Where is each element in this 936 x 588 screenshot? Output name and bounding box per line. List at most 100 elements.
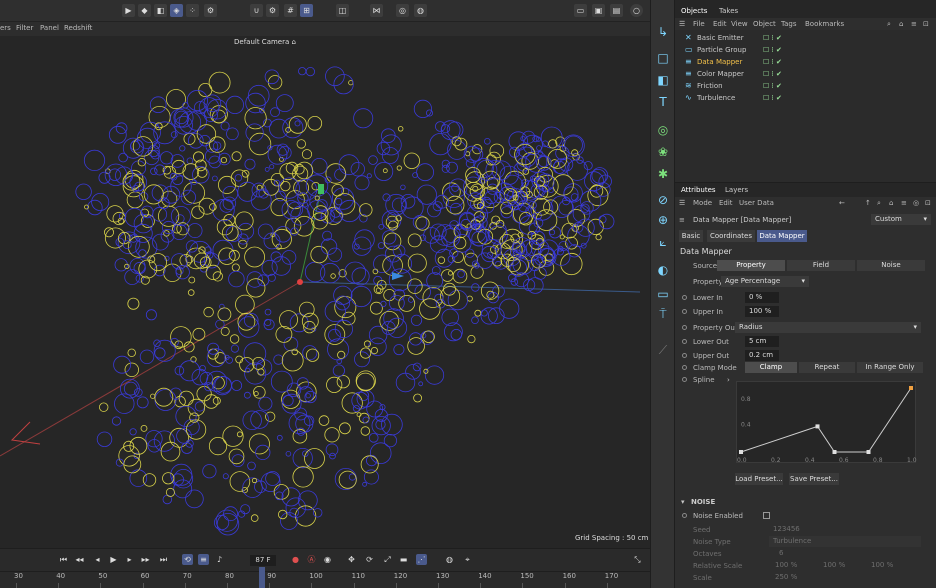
- new-window-icon[interactable]: ⊡: [925, 199, 931, 207]
- in-range-only-button[interactable]: In Range Only: [857, 362, 923, 373]
- position-key-icon[interactable]: ✥: [346, 554, 357, 565]
- attributes-menu-edit[interactable]: Edit: [719, 199, 733, 207]
- relative-scale-y[interactable]: 100 %: [819, 560, 859, 571]
- keyframe-dot-icon[interactable]: [682, 295, 687, 300]
- camera-label[interactable]: Default Camera ⌂: [234, 38, 296, 46]
- play-icon[interactable]: ▶: [108, 554, 119, 565]
- subdivision-icon[interactable]: ◎: [655, 122, 671, 138]
- scheme-icon[interactable]: ⌖: [462, 554, 473, 565]
- visibility-check-icon[interactable]: ☐ ⁞ ✔: [763, 58, 782, 66]
- property-dropdown[interactable]: Age Percentage ▾: [721, 276, 809, 287]
- scale-key-icon[interactable]: ⤢: [382, 554, 393, 565]
- axis-lock-icon[interactable]: ◫: [336, 4, 349, 17]
- filter-icon[interactable]: ≡: [911, 20, 917, 28]
- timeline-mode-icon[interactable]: ≡: [198, 554, 209, 565]
- visibility-check-icon[interactable]: ☐ ⁞ ✔: [763, 46, 782, 54]
- rectangle-spline-icon[interactable]: □: [655, 50, 671, 66]
- user-icon[interactable]: ○: [630, 4, 643, 17]
- render-settings-icon[interactable]: ◍: [414, 4, 427, 17]
- relative-scale-z[interactable]: 100 %: [867, 560, 907, 571]
- lower-out-field[interactable]: 5 cm: [745, 336, 779, 347]
- spline-knot[interactable]: [739, 450, 743, 454]
- objects-menu-object[interactable]: Object: [753, 20, 776, 28]
- grid-snap-icon[interactable]: #: [284, 4, 297, 17]
- go-to-start-icon[interactable]: ⏮: [58, 554, 69, 565]
- tab-layers[interactable]: Layers: [725, 186, 748, 194]
- back-arrow-icon[interactable]: ←: [839, 199, 845, 207]
- upper-in-field[interactable]: 100 %: [745, 306, 779, 317]
- current-frame-field[interactable]: 87 F: [250, 555, 276, 566]
- next-frame-icon[interactable]: ▸: [124, 554, 135, 565]
- visibility-check-icon[interactable]: ☐ ⁞ ✔: [763, 34, 782, 42]
- preset-dropdown[interactable]: Custom ▾: [871, 214, 931, 225]
- point-level-icon[interactable]: ⋰: [416, 554, 427, 565]
- objects-menu-file[interactable]: File: [693, 20, 705, 28]
- source-property-button[interactable]: Property: [717, 260, 785, 271]
- objects-menu-view[interactable]: View: [731, 20, 748, 28]
- object-row[interactable]: ∿ Turbulence ☐ ⁞ ✔: [675, 92, 936, 104]
- subtab-data-mapper[interactable]: Data Mapper: [757, 230, 807, 242]
- settings-icon[interactable]: ⚙: [204, 4, 217, 17]
- scale-field[interactable]: 250 %: [771, 572, 811, 583]
- render-picture-icon[interactable]: ▣: [592, 4, 605, 17]
- symmetry-icon[interactable]: ⋈: [370, 4, 383, 17]
- keyframe-dot-icon[interactable]: [682, 309, 687, 314]
- spline-knot[interactable]: [909, 386, 913, 390]
- timeline-ruler[interactable]: 30 40 50 60 70 80 90 100 110 120 130 140 150 160 170: [0, 571, 650, 588]
- tab-takes[interactable]: Takes: [719, 7, 738, 15]
- new-window-icon[interactable]: ⊡: [923, 20, 929, 28]
- spline-knot[interactable]: [832, 450, 837, 454]
- tab-objects[interactable]: Objects: [681, 7, 707, 15]
- object-row[interactable]: ▭ Particle Group ☐ ⁞ ✔: [675, 44, 936, 56]
- lower-in-field[interactable]: 0 %: [745, 292, 779, 303]
- keyframe-dot-icon[interactable]: [682, 513, 687, 518]
- keyframe-dot-icon[interactable]: [682, 339, 687, 344]
- keyframe-dot-icon[interactable]: [682, 377, 687, 382]
- render-queue-icon[interactable]: ▤: [610, 4, 623, 17]
- filter-icon[interactable]: ≡: [901, 199, 907, 207]
- spline-line[interactable]: [740, 387, 912, 453]
- spline-graph[interactable]: 0.0 0.2 0.4 0.6 0.8 1.0 0.8 0.4: [736, 381, 917, 464]
- cloner-icon[interactable]: ❀: [655, 144, 671, 160]
- clamp-button[interactable]: Clamp: [745, 362, 797, 373]
- viewport-menu-panel[interactable]: Panel: [40, 24, 59, 32]
- repeat-button[interactable]: Repeat: [799, 362, 855, 373]
- viewport-menu-item[interactable]: ers: [0, 24, 11, 32]
- tab-attributes[interactable]: Attributes: [681, 186, 716, 194]
- keyframe-dot-icon[interactable]: [682, 325, 687, 330]
- timeline-expand-icon[interactable]: ⤡: [632, 554, 643, 565]
- previous-key-icon[interactable]: ◂◂: [74, 554, 85, 565]
- relative-scale-x[interactable]: 100 %: [771, 560, 811, 571]
- lock-icon[interactable]: ◎: [913, 199, 919, 207]
- viewport[interactable]: Default Camera ⌂ Grid Spacing : 50 cm: [0, 36, 650, 548]
- mesh-mode-icon[interactable]: ◧: [154, 4, 167, 17]
- hamburger-icon[interactable]: ☰: [679, 199, 685, 207]
- cube-icon[interactable]: ◧: [655, 72, 671, 88]
- rotation-key-icon[interactable]: ⟳: [364, 554, 375, 565]
- object-row[interactable]: ≡ Color Mapper ☐ ⁞ ✔: [675, 68, 936, 80]
- snap-settings-icon[interactable]: ⚙: [266, 4, 279, 17]
- home-icon[interactable]: ⌂: [899, 20, 903, 28]
- points-mode-icon[interactable]: ⁘: [186, 4, 199, 17]
- text-icon[interactable]: T: [655, 94, 671, 110]
- render-region-icon[interactable]: ▭: [574, 4, 587, 17]
- loop-icon[interactable]: ⟲: [182, 554, 193, 565]
- bookmark-icon[interactable]: ⌂: [889, 199, 893, 207]
- move-tool-icon[interactable]: ↳: [655, 24, 671, 40]
- environment-icon[interactable]: ◐: [655, 262, 671, 278]
- property-out-dropdown[interactable]: Radius ▾: [735, 322, 921, 333]
- brush-icon[interactable]: ⟋: [655, 342, 671, 358]
- visibility-check-icon[interactable]: ☐ ⁞ ✔: [763, 70, 782, 78]
- seed-field[interactable]: 123456: [769, 524, 809, 535]
- spline-knot[interactable]: [866, 450, 871, 454]
- objects-menu-bookmarks[interactable]: Bookmarks: [805, 20, 844, 28]
- object-row[interactable]: ✕ Basic Emitter ☐ ⁞ ✔: [675, 32, 936, 44]
- objects-menu-tags[interactable]: Tags: [781, 20, 797, 28]
- load-preset-button[interactable]: Load Preset...: [735, 473, 783, 485]
- viewport-menu-redshift[interactable]: Redshift: [64, 24, 92, 32]
- light-icon[interactable]: ⍑: [655, 306, 671, 322]
- subtab-coordinates[interactable]: Coordinates: [707, 230, 755, 242]
- spline-knot[interactable]: [815, 424, 820, 429]
- render-view-icon[interactable]: ◎: [396, 4, 409, 17]
- record-icon[interactable]: ●: [290, 554, 301, 565]
